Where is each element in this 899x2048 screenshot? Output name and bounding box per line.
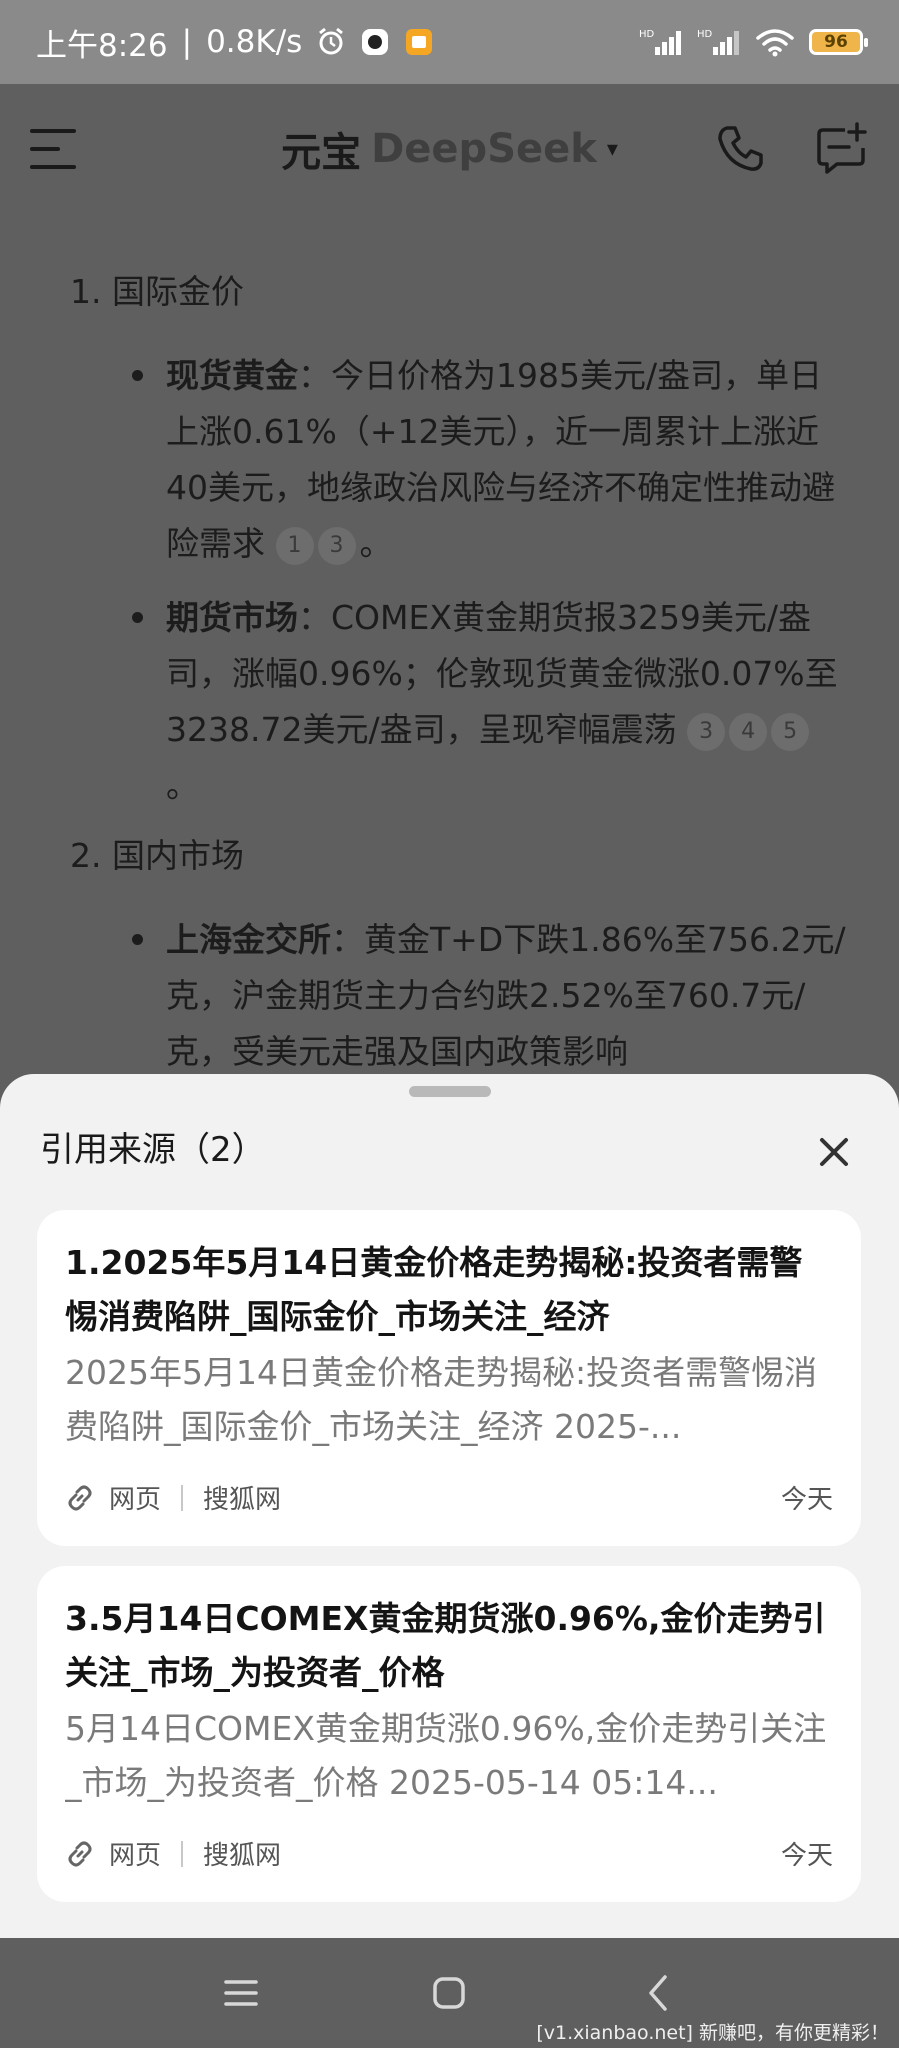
status-time: 上午8:26 [36,27,168,64]
source-site: 搜狐网 [203,1485,282,1515]
answer-paragraph: 上海金交所：黄金T+D下跌1.86%至756.2元/克，沪金期货主力合约跌2.5… [166,912,846,1080]
model-selector[interactable]: 元宝 DeepSeek ▾ [281,120,618,178]
source-meta: 网页 搜狐网 今天 [65,1835,833,1872]
home-icon[interactable] [422,1966,476,2020]
signal-icon: HD [697,29,739,55]
source-type: 网页 [109,1485,162,1515]
citation-badge[interactable]: 5 [771,713,810,751]
back-icon[interactable] [632,1966,686,2020]
source-date: 今天 [780,1841,833,1871]
source-site: 搜狐网 [203,1841,282,1871]
bullet-end: 。 [359,524,393,563]
source-title: 3.5月14日COMEX黄金期货涨0.96%,金价走势引关注_市场_为投资者_价… [65,1599,826,1692]
app-brand: 元宝 [281,130,362,176]
source-snippet: 2025年5月14日黄金价格走势揭秘:投资者需警惕消费陷阱_国际金价_市场关注_… [65,1353,818,1446]
notes-app-icon [406,29,433,55]
signal-hd-label: HD [697,29,713,40]
citation-sheet: 引用来源（2） 1.2025年5月14日黄金价格走势揭秘:投资者需警惕消费陷阱_… [0,1074,899,1938]
citation-badge[interactable]: 4 [729,713,768,751]
bullet-label: 现货黄金 [166,356,298,395]
bullet-end: 。 [166,766,199,805]
source-snippet: 5月14日COMEX黄金期货涨0.96%,金价走势引关注_市场_为投资者_价格 … [65,1709,827,1802]
sheet-drag-handle[interactable] [409,1086,491,1097]
source-type: 网页 [109,1841,162,1871]
source-title: 1.2025年5月14日黄金价格走势揭秘:投资者需警惕消费陷阱_国际金价_市场关… [65,1243,803,1336]
meta-divider [181,1840,184,1867]
section-heading: 1. 国际金价 [70,272,244,311]
link-icon [68,1841,92,1866]
citation-badge[interactable]: 1 [275,527,314,565]
close-icon[interactable] [812,1130,856,1174]
watermark-text: [v1.xianbao.net] 新赚吧，有你更精彩！ [536,2022,889,2044]
answer-paragraph: 现货黄金：今日价格为1985美元/盎司，单日上涨0.61%（+12美元），近一周… [166,348,846,572]
citation-badge[interactable]: 3 [687,713,726,751]
citation-badge[interactable]: 3 [317,527,356,565]
source-date: 今天 [780,1485,833,1515]
camera-app-icon [362,29,389,55]
answer-paragraph: 期货市场：COMEX黄金期货报3259美元/盎司，涨幅0.96%；伦敦现货黄金微… [166,590,846,814]
link-icon [68,1485,92,1510]
source-card[interactable]: 1.2025年5月14日黄金价格走势揭秘:投资者需警惕消费陷阱_国际金价_市场关… [37,1210,861,1546]
sheet-title: 引用来源（2） [40,1130,266,1170]
wifi-icon [756,29,794,57]
source-card[interactable]: 3.5月14日COMEX黄金期货涨0.96%,金价走势引关注_市场_为投资者_价… [37,1566,861,1902]
status-divider: | [181,24,193,60]
system-nav-bar: [v1.xianbao.net] 新赚吧，有你更精彩！ [0,1938,899,2048]
caret-down-icon: ▾ [606,136,618,162]
battery-level: 96 [824,32,848,52]
alarm-icon [319,27,344,55]
signal-hd-label: HD [639,29,655,40]
bullet-label: 期货市场 [166,598,298,637]
bullet-label: 上海金交所 [166,920,331,959]
app-header: 元宝 DeepSeek ▾ [0,84,899,214]
section-heading: 2. 国内市场 [70,836,244,875]
model-name: DeepSeek [371,126,597,172]
battery-icon: 96 [809,29,868,55]
meta-divider [181,1484,184,1511]
network-speed: 0.8K/s [206,24,303,60]
status-bar: 上午8:26 | 0.8K/s HD HD 96 [0,0,899,84]
source-meta: 网页 搜狐网 今天 [65,1479,833,1516]
recents-menu-icon[interactable] [214,1966,268,2020]
menu-icon[interactable] [30,129,80,169]
phone-icon[interactable] [713,122,767,176]
signal-icon: HD [639,29,681,55]
new-chat-icon[interactable] [815,122,869,176]
